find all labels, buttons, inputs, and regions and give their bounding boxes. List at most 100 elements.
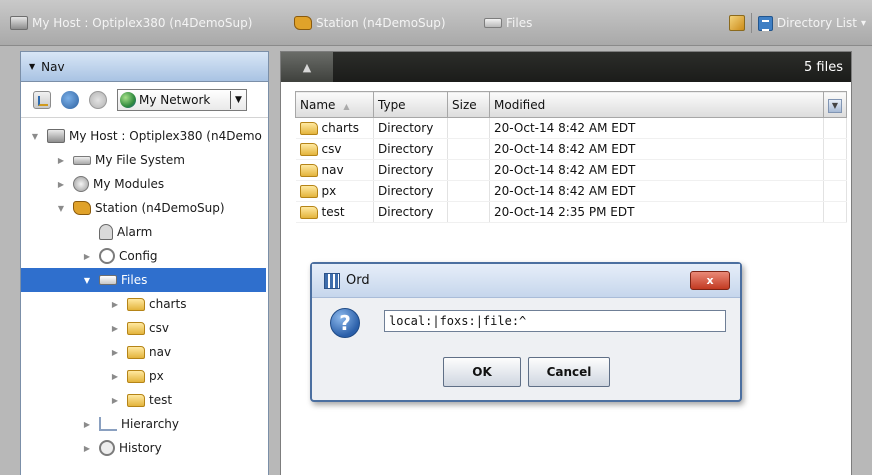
folder-icon — [299, 184, 318, 198]
stop-icon[interactable] — [89, 90, 107, 109]
edit-icon[interactable] — [728, 15, 745, 31]
tree-item-nav[interactable]: ▶ nav — [109, 340, 171, 364]
breadcrumb-host[interactable]: My Host : Optiplex380 (n4DemoSup) — [10, 12, 252, 34]
expand-arrow-icon[interactable]: ▶ — [109, 372, 121, 381]
table-row[interactable]: nav Directory 20-Oct-14 8:42 AM EDT — [295, 159, 847, 181]
column-header-size[interactable]: Size — [447, 91, 490, 118]
expand-arrow-icon[interactable]: ▶ — [109, 300, 121, 309]
tree-item-hierarchy[interactable]: ▶ Hierarchy — [81, 412, 179, 436]
row-type: Directory — [373, 159, 448, 181]
ok-button[interactable]: OK — [443, 357, 521, 387]
expand-arrow-icon[interactable]: ▶ — [109, 324, 121, 333]
tree-item-label: My Modules — [93, 177, 165, 191]
history-icon — [99, 440, 115, 456]
nav-header[interactable]: ▼ Nav — [21, 52, 268, 82]
hierarchy-icon — [99, 417, 117, 431]
folder-icon — [127, 321, 145, 335]
globe-icon — [120, 91, 136, 108]
row-size — [447, 159, 490, 181]
tree-item-csv[interactable]: ▶ csv — [109, 316, 169, 340]
column-header-type[interactable]: Type — [373, 91, 448, 118]
breadcrumb-station-label: Station (n4DemoSup) — [316, 16, 446, 30]
tree-item-alarm[interactable]: Alarm — [81, 220, 152, 244]
breadcrumb-files[interactable]: Files — [484, 12, 532, 34]
expand-arrow-icon[interactable]: ▶ — [109, 396, 121, 405]
dialog-title-bar[interactable]: Ord — [312, 264, 740, 298]
nav-panel: ▼ Nav My Network ▼ ▼ My Host : Optiplex3… — [20, 51, 269, 475]
tree-item-my-modules[interactable]: ▶ My Modules — [55, 172, 164, 196]
column-header-label: Modified — [494, 97, 546, 112]
tree-item-history[interactable]: ▶ History — [81, 436, 162, 460]
ord-input[interactable] — [384, 310, 726, 332]
row-modified: 20-Oct-14 8:42 AM EDT — [489, 138, 824, 160]
sync-icon[interactable] — [61, 90, 79, 109]
tree-item-config[interactable]: ▶ Config — [81, 244, 158, 268]
tree-item-station[interactable]: ▼ Station (n4DemoSup) — [55, 196, 225, 220]
ord-icon — [324, 272, 340, 289]
network-select[interactable]: My Network ▼ — [117, 88, 247, 111]
tree-item-my-host[interactable]: ▼ My Host : Optiplex380 (n4Demo — [29, 124, 262, 148]
column-menu[interactable]: ▼ — [823, 91, 847, 118]
collapse-arrow-icon[interactable]: ▼ — [55, 204, 67, 213]
view-selector-label: Directory List — [776, 16, 857, 30]
column-header-label: Size — [452, 97, 477, 112]
expand-arrow-icon[interactable]: ▶ — [55, 156, 67, 165]
table-row[interactable]: px Directory 20-Oct-14 8:42 AM EDT — [295, 180, 847, 202]
folder-icon — [299, 142, 318, 156]
expand-arrow-icon[interactable]: ▶ — [81, 420, 93, 429]
chevron-down-icon[interactable]: ▼ — [230, 90, 246, 109]
chevron-down-icon: ▾ — [860, 17, 866, 29]
row-modified: 20-Oct-14 8:42 AM EDT — [489, 180, 824, 202]
expand-arrow-icon[interactable]: ▶ — [55, 180, 67, 189]
row-size — [447, 180, 490, 202]
table-row[interactable]: csv Directory 20-Oct-14 8:42 AM EDT — [295, 138, 847, 160]
expand-arrow-icon[interactable]: ▶ — [81, 444, 93, 453]
expand-arrow-icon[interactable]: ▶ — [81, 252, 93, 261]
column-header-label: Type — [378, 97, 406, 112]
tree-item-label: Alarm — [117, 225, 153, 239]
breadcrumb-station[interactable]: Station (n4DemoSup) — [294, 12, 446, 34]
row-size — [447, 201, 490, 223]
view-selector[interactable]: Directory List ▾ — [757, 15, 866, 31]
expand-arrow-icon[interactable]: ▶ — [109, 348, 121, 357]
files-icon — [484, 18, 502, 28]
question-icon: ? — [330, 308, 360, 338]
table-row[interactable]: test Directory 20-Oct-14 2:35 PM EDT — [295, 201, 847, 223]
row-type: Directory — [373, 180, 448, 202]
tree-item-label: Hierarchy — [121, 417, 180, 431]
column-header-modified[interactable]: Modified — [489, 91, 824, 118]
table-row[interactable]: charts Directory 20-Oct-14 8:42 AM EDT — [295, 117, 847, 139]
tree-view-icon[interactable] — [33, 90, 51, 109]
collapse-icon[interactable]: ▼ — [29, 62, 35, 71]
row-name: csv — [321, 142, 342, 156]
breadcrumb-files-label: Files — [506, 16, 533, 30]
tree-item-test[interactable]: ▶ test — [109, 388, 172, 412]
tree-item-my-file-system[interactable]: ▶ My File System — [55, 148, 185, 172]
up-arrow-icon[interactable]: ▲ — [281, 52, 333, 82]
files-icon — [99, 275, 117, 285]
column-header-name[interactable]: Name ▲ — [295, 91, 374, 118]
row-name: test — [321, 205, 345, 219]
collapse-arrow-icon[interactable]: ▼ — [29, 132, 41, 141]
tree-item-files[interactable]: ▼ Files — [21, 268, 266, 292]
breadcrumb-bar: My Host : Optiplex380 (n4DemoSup) Statio… — [0, 0, 872, 46]
column-menu-icon: ▼ — [828, 98, 842, 113]
row-type: Directory — [373, 201, 448, 223]
cancel-button[interactable]: Cancel — [528, 357, 610, 387]
drive-icon — [73, 155, 91, 165]
tree-item-label: charts — [149, 297, 187, 311]
close-button[interactable]: x — [690, 271, 730, 290]
sort-icon: ▲ — [343, 101, 350, 111]
nav-title: Nav — [41, 59, 65, 74]
row-modified: 20-Oct-14 8:42 AM EDT — [489, 159, 824, 181]
column-header-label: Name — [300, 97, 336, 112]
files-table: Name ▲ Type Size Modified ▼ charts Direct… — [295, 91, 847, 223]
tree-item-label: px — [149, 369, 164, 383]
row-name: nav — [321, 163, 344, 177]
tree-item-charts[interactable]: ▶ charts — [109, 292, 187, 316]
tree-item-label: My File System — [95, 153, 185, 167]
tree-item-px[interactable]: ▶ px — [109, 364, 164, 388]
collapse-arrow-icon[interactable]: ▼ — [81, 276, 93, 285]
file-count: 5 files — [804, 59, 843, 75]
tree-item-label: My Host : Optiplex380 (n4Demo — [69, 129, 262, 143]
